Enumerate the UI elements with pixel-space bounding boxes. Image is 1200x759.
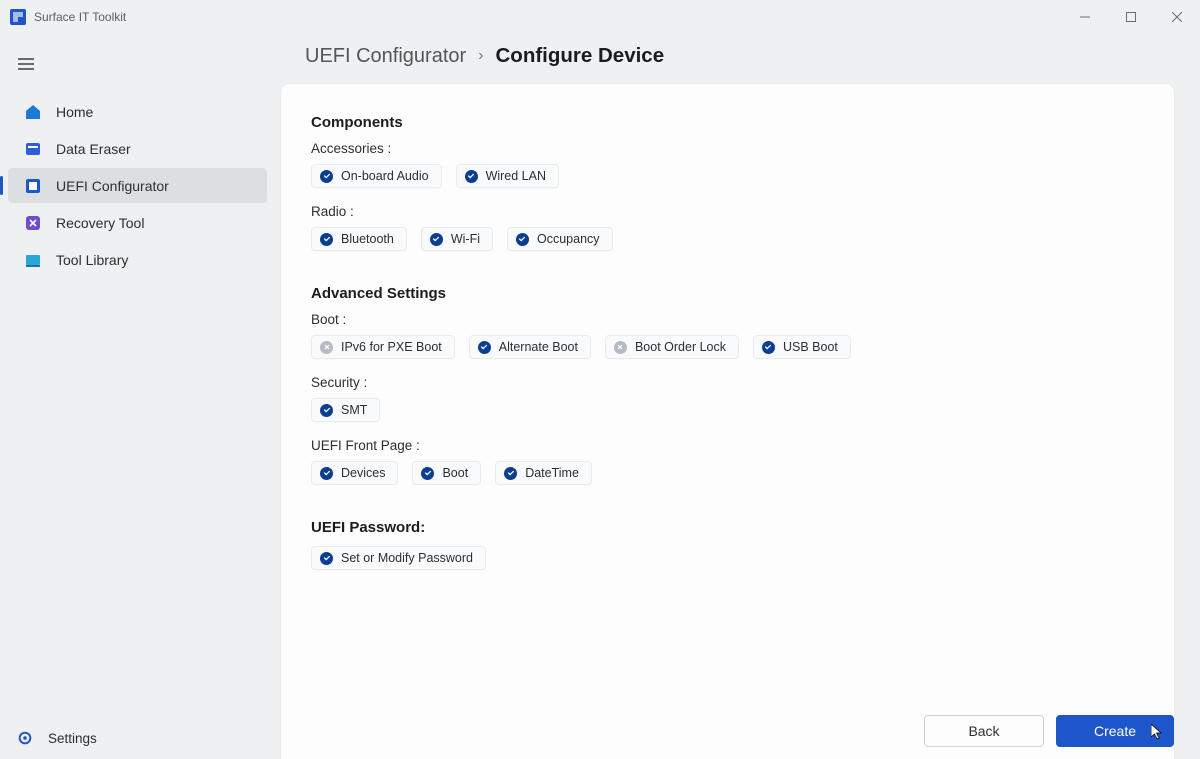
titlebar: Surface IT Toolkit — [0, 0, 1200, 34]
chip-label: USB Boot — [783, 340, 838, 354]
group-label: Radio : — [311, 204, 1144, 219]
chip-label: SMT — [341, 403, 367, 417]
close-button[interactable] — [1154, 0, 1200, 34]
nav: Home Data Eraser UEFI Configurator Recov… — [0, 94, 275, 277]
setting-chip[interactable]: Boot Order Lock — [605, 335, 739, 359]
setting-chip[interactable]: On-board Audio — [311, 164, 442, 188]
cursor-icon — [1151, 724, 1163, 740]
recovery-icon — [24, 214, 42, 232]
group-label: Security : — [311, 375, 1144, 390]
chip-label: Boot — [442, 466, 468, 480]
gear-icon — [16, 729, 34, 747]
sidebar-item-data-eraser[interactable]: Data Eraser — [8, 131, 267, 166]
maximize-button[interactable] — [1108, 0, 1154, 34]
create-button[interactable]: Create — [1056, 715, 1174, 747]
sidebar-item-label: Recovery Tool — [56, 215, 144, 231]
back-button[interactable]: Back — [924, 715, 1044, 747]
chip-label: Occupancy — [537, 232, 600, 246]
chip-label: Wi-Fi — [451, 232, 480, 246]
chip-row: Bluetooth Wi-Fi Occupancy — [311, 227, 1144, 251]
check-icon — [465, 170, 478, 183]
check-icon — [320, 233, 333, 246]
section-title-advanced: Advanced Settings — [311, 285, 1144, 302]
check-icon — [516, 233, 529, 246]
chip-label: Devices — [341, 466, 385, 480]
x-icon — [614, 341, 627, 354]
setting-chip[interactable]: DateTime — [495, 461, 592, 485]
chip-label: Boot Order Lock — [635, 340, 726, 354]
sidebar-item-label: Tool Library — [56, 252, 128, 268]
check-icon — [320, 467, 333, 480]
sidebar-item-settings[interactable]: Settings — [0, 723, 275, 753]
setting-chip[interactable]: SMT — [311, 398, 380, 422]
setting-chip[interactable]: Set or Modify Password — [311, 546, 486, 570]
chip-label: On-board Audio — [341, 169, 429, 183]
content-card: Components Accessories : On-board Audio Wi… — [281, 84, 1174, 759]
check-icon — [504, 467, 517, 480]
chip-row: On-board Audio Wired LAN — [311, 164, 1144, 188]
sidebar: Home Data Eraser UEFI Configurator Recov… — [0, 34, 275, 759]
setting-chip[interactable]: Alternate Boot — [469, 335, 591, 359]
chip-label: IPv6 for PXE Boot — [341, 340, 442, 354]
chevron-right-icon: › — [478, 47, 483, 65]
section-title-components: Components — [311, 114, 1144, 131]
chip-row: SMT — [311, 398, 1144, 422]
setting-chip[interactable]: Occupancy — [507, 227, 613, 251]
hamburger-button[interactable] — [6, 46, 46, 82]
sidebar-item-label: Home — [56, 104, 93, 120]
minimize-button[interactable] — [1062, 0, 1108, 34]
setting-chip[interactable]: IPv6 for PXE Boot — [311, 335, 455, 359]
breadcrumb-current: Configure Device — [496, 44, 665, 68]
sidebar-item-tool-library[interactable]: Tool Library — [8, 242, 267, 277]
chip-label: Alternate Boot — [499, 340, 578, 354]
eraser-icon — [24, 140, 42, 158]
setting-chip[interactable]: Bluetooth — [311, 227, 407, 251]
breadcrumb: UEFI Configurator › Configure Device — [275, 34, 1200, 78]
section-title-password: UEFI Password: — [311, 519, 1144, 536]
create-button-label: Create — [1094, 723, 1136, 739]
chip-label: DateTime — [525, 466, 579, 480]
home-icon — [24, 103, 42, 121]
check-icon — [320, 404, 333, 417]
check-icon — [421, 467, 434, 480]
footer-bar: Back Create — [924, 715, 1174, 747]
x-icon — [320, 341, 333, 354]
group-label: Accessories : — [311, 141, 1144, 156]
chip-row: IPv6 for PXE Boot Alternate Boot Boot Orde… — [311, 335, 1144, 359]
settings-label: Settings — [48, 731, 97, 746]
setting-chip[interactable]: Devices — [311, 461, 398, 485]
chip-label: Set or Modify Password — [341, 551, 473, 565]
group-label: UEFI Front Page : — [311, 438, 1144, 453]
check-icon — [478, 341, 491, 354]
sidebar-item-uefi-configurator[interactable]: UEFI Configurator — [8, 168, 267, 203]
library-icon — [24, 251, 42, 269]
titlebar-left: Surface IT Toolkit — [10, 9, 126, 25]
chip-label: Bluetooth — [341, 232, 394, 246]
chip-label: Wired LAN — [486, 169, 546, 183]
main: UEFI Configurator › Configure Device Com… — [275, 34, 1200, 759]
window-controls — [1062, 0, 1200, 34]
check-icon — [430, 233, 443, 246]
setting-chip[interactable]: Boot — [412, 461, 481, 485]
check-icon — [320, 552, 333, 565]
check-icon — [762, 341, 775, 354]
uefi-icon — [24, 177, 42, 195]
back-button-label: Back — [968, 723, 999, 739]
setting-chip[interactable]: USB Boot — [753, 335, 851, 359]
setting-chip[interactable]: Wired LAN — [456, 164, 559, 188]
sidebar-item-label: Data Eraser — [56, 141, 131, 157]
breadcrumb-parent[interactable]: UEFI Configurator — [305, 45, 466, 68]
setting-chip[interactable]: Wi-Fi — [421, 227, 493, 251]
check-icon — [320, 170, 333, 183]
group-label: Boot : — [311, 312, 1144, 327]
sidebar-item-home[interactable]: Home — [8, 94, 267, 129]
sidebar-item-label: UEFI Configurator — [56, 178, 169, 194]
chip-row: Devices Boot DateTime — [311, 461, 1144, 485]
sidebar-item-recovery-tool[interactable]: Recovery Tool — [8, 205, 267, 240]
app-logo-icon — [10, 9, 26, 25]
app-title: Surface IT Toolkit — [34, 10, 126, 24]
